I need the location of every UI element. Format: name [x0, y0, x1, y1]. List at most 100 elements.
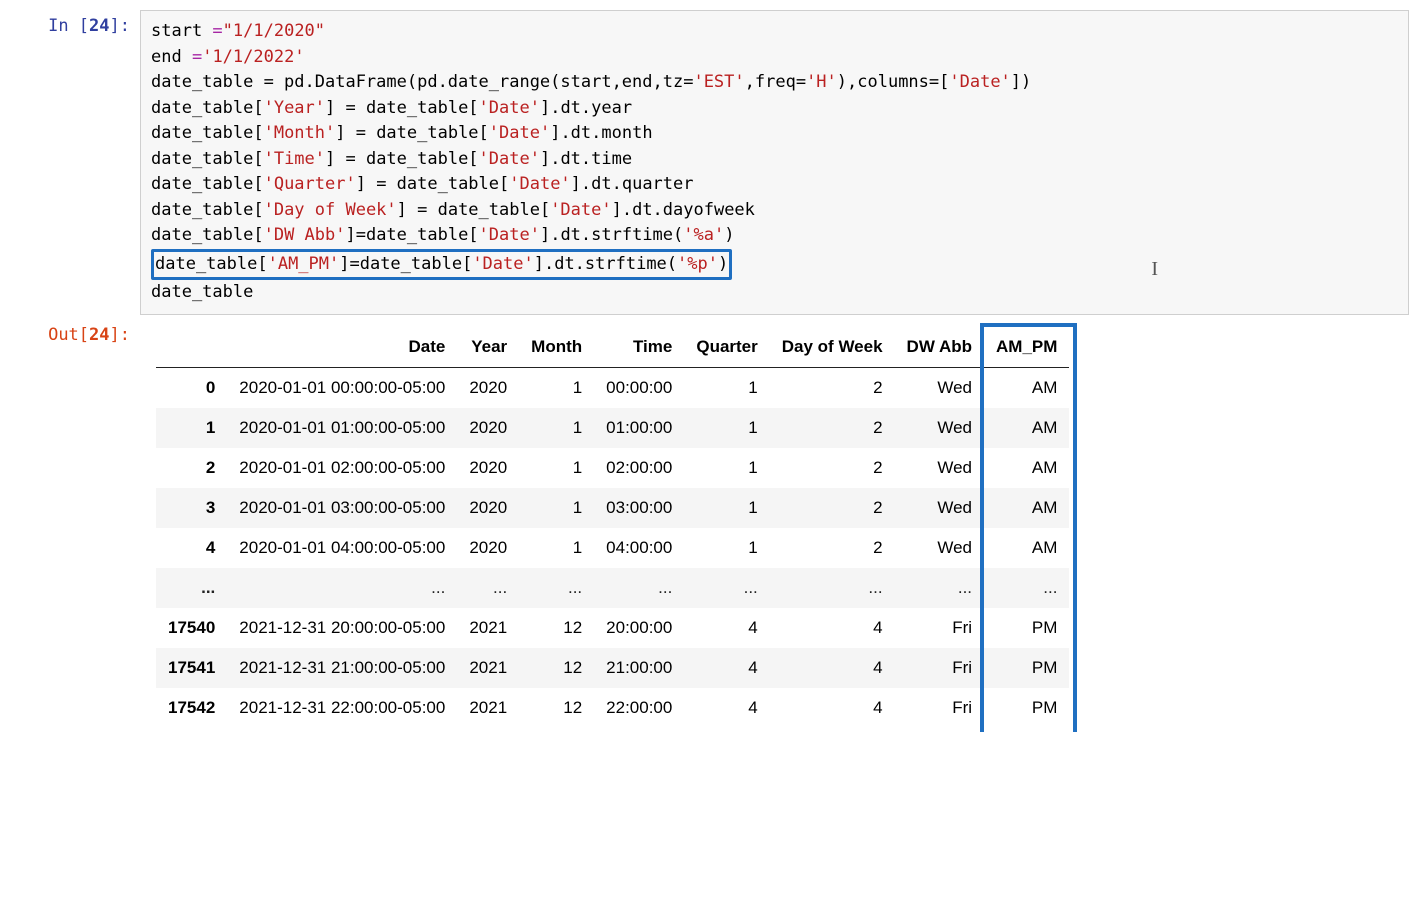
table-row: ........................... — [156, 568, 1069, 608]
col-header-ampm: AM_PM — [984, 327, 1069, 368]
cell: 2 — [770, 367, 895, 408]
cell: ... — [770, 568, 895, 608]
cell: Fri — [895, 688, 984, 728]
cell: 2020 — [457, 528, 519, 568]
output-cell: Out[24]: Date Year Month Time Quarter Da… — [10, 319, 1409, 728]
cell: Wed — [895, 448, 984, 488]
cell: 22:00:00 — [594, 688, 684, 728]
cell: Wed — [895, 408, 984, 448]
cell: 1 — [519, 408, 594, 448]
cell: 02:00:00 — [594, 448, 684, 488]
table-row: 175402021-12-31 20:00:00-05:0020211220:0… — [156, 608, 1069, 648]
cell: 2 — [770, 488, 895, 528]
cell: 1 — [684, 367, 769, 408]
cell: ... — [895, 568, 984, 608]
cell: PM — [984, 648, 1069, 688]
text-cursor-icon: I — [1151, 254, 1158, 284]
cell: AM — [984, 448, 1069, 488]
cell: ... — [227, 568, 457, 608]
cell: Fri — [895, 608, 984, 648]
dataframe-table: Date Year Month Time Quarter Day of Week… — [156, 327, 1069, 728]
cell: ... — [684, 568, 769, 608]
input-cell: In [24]: start ="1/1/2020" end ='1/1/202… — [10, 10, 1409, 315]
cell: 2021 — [457, 648, 519, 688]
index-header — [156, 327, 227, 368]
cell: 2020 — [457, 408, 519, 448]
col-header: Day of Week — [770, 327, 895, 368]
row-index: 17542 — [156, 688, 227, 728]
cell: 1 — [684, 408, 769, 448]
out-prompt: Out[24]: — [10, 319, 140, 345]
cell: 1 — [684, 488, 769, 528]
cell: AM — [984, 367, 1069, 408]
cell: 1 — [519, 528, 594, 568]
cell: 2021 — [457, 688, 519, 728]
cell: 20:00:00 — [594, 608, 684, 648]
cell: 12 — [519, 648, 594, 688]
cell: 2021-12-31 22:00:00-05:00 — [227, 688, 457, 728]
cell: 4 — [770, 688, 895, 728]
cell: Wed — [895, 488, 984, 528]
table-row: 22020-01-01 02:00:00-05:002020102:00:001… — [156, 448, 1069, 488]
table-row: 12020-01-01 01:00:00-05:002020101:00:001… — [156, 408, 1069, 448]
cell: 2021 — [457, 608, 519, 648]
cell: 2020 — [457, 448, 519, 488]
cell: 2 — [770, 408, 895, 448]
cell: 1 — [519, 488, 594, 528]
row-index: 0 — [156, 367, 227, 408]
cell: 1 — [684, 448, 769, 488]
cell: Wed — [895, 528, 984, 568]
table-row: 02020-01-01 00:00:00-05:002020100:00:001… — [156, 367, 1069, 408]
cell: 2 — [770, 448, 895, 488]
cell: AM — [984, 528, 1069, 568]
cell: 4 — [770, 608, 895, 648]
cell: 1 — [519, 448, 594, 488]
cell: 21:00:00 — [594, 648, 684, 688]
table-row: 32020-01-01 03:00:00-05:002020103:00:001… — [156, 488, 1069, 528]
cell: 4 — [684, 688, 769, 728]
dataframe-output: Date Year Month Time Quarter Day of Week… — [140, 319, 1409, 728]
cell: 01:00:00 — [594, 408, 684, 448]
code-editor[interactable]: start ="1/1/2020" end ='1/1/2022' date_t… — [140, 10, 1409, 315]
cell: 4 — [684, 608, 769, 648]
cell: 2020-01-01 04:00:00-05:00 — [227, 528, 457, 568]
col-header: Time — [594, 327, 684, 368]
cell: Fri — [895, 648, 984, 688]
row-index: 17541 — [156, 648, 227, 688]
cell: 03:00:00 — [594, 488, 684, 528]
cell: 04:00:00 — [594, 528, 684, 568]
highlighted-code-line: date_table['AM_PM']=date_table['Date'].d… — [151, 249, 732, 281]
cell: 2020-01-01 01:00:00-05:00 — [227, 408, 457, 448]
table-row: 42020-01-01 04:00:00-05:002020104:00:001… — [156, 528, 1069, 568]
cell: AM — [984, 408, 1069, 448]
table-row: 175412021-12-31 21:00:00-05:0020211221:0… — [156, 648, 1069, 688]
cell: ... — [594, 568, 684, 608]
in-prompt: In [24]: — [10, 10, 140, 36]
col-header: Month — [519, 327, 594, 368]
cell: 2020-01-01 00:00:00-05:00 — [227, 367, 457, 408]
cell: ... — [984, 568, 1069, 608]
cell: 1 — [519, 367, 594, 408]
cell: PM — [984, 688, 1069, 728]
row-index: 2 — [156, 448, 227, 488]
cell: 00:00:00 — [594, 367, 684, 408]
cell: Wed — [895, 367, 984, 408]
cell: 2021-12-31 21:00:00-05:00 — [227, 648, 457, 688]
row-index: 17540 — [156, 608, 227, 648]
col-header: DW Abb — [895, 327, 984, 368]
cell: 2020 — [457, 367, 519, 408]
cell: 4 — [684, 648, 769, 688]
cell: 1 — [684, 528, 769, 568]
cell: AM — [984, 488, 1069, 528]
row-index: 4 — [156, 528, 227, 568]
cell: 2020 — [457, 488, 519, 528]
col-header: Year — [457, 327, 519, 368]
row-index: 1 — [156, 408, 227, 448]
cell: 2020-01-01 02:00:00-05:00 — [227, 448, 457, 488]
cell: PM — [984, 608, 1069, 648]
cell: ... — [519, 568, 594, 608]
cell: 12 — [519, 608, 594, 648]
row-index: 3 — [156, 488, 227, 528]
cell: 2021-12-31 20:00:00-05:00 — [227, 608, 457, 648]
col-header: Quarter — [684, 327, 769, 368]
